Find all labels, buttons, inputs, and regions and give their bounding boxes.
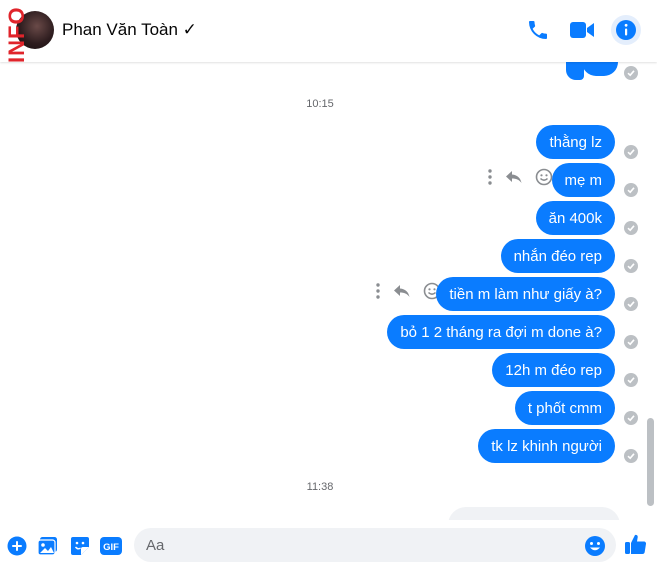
timestamp: 11:38: [306, 481, 334, 493]
reply-icon[interactable]: [393, 283, 411, 304]
more-vertical-icon[interactable]: [487, 168, 493, 191]
thumbs-up-icon[interactable]: [624, 532, 648, 556]
phone-icon[interactable]: [524, 16, 552, 44]
message-bubble[interactable]: t phốt cmm: [514, 391, 615, 425]
message-bubble[interactable]: mẹ m: [551, 163, 615, 197]
smiley-icon[interactable]: [535, 168, 553, 191]
message-bubble[interactable]: 12h m đéo rep: [492, 353, 615, 387]
svg-text:GIF: GIF: [103, 542, 119, 553]
check-circle-icon: [624, 373, 638, 387]
info-icon[interactable]: [611, 15, 641, 45]
message-actions: [375, 282, 441, 305]
timestamp: 10:15: [306, 98, 334, 110]
message-bubble[interactable]: tk lz khinh người: [478, 429, 615, 463]
previous-message-fragment: [582, 62, 618, 76]
check-circle-icon: [624, 411, 638, 425]
check-circle-icon: [624, 183, 638, 197]
reply-icon[interactable]: [505, 169, 523, 190]
chat-header: INFO Phan Văn Toàn ✓: [0, 0, 657, 63]
gif-icon[interactable]: GIF: [100, 535, 122, 557]
message-input[interactable]: [134, 528, 616, 562]
scrollbar[interactable]: [645, 62, 657, 512]
watermark-logo: INFO: [4, 6, 29, 64]
scrollbar-thumb[interactable]: [647, 418, 654, 506]
check-circle-icon: [624, 259, 638, 273]
more-vertical-icon[interactable]: [375, 282, 381, 305]
check-circle-icon: [624, 145, 638, 159]
check-circle-icon: [624, 449, 638, 463]
check-circle-icon: [624, 335, 638, 349]
check-circle-icon: [624, 66, 638, 80]
message-actions: [487, 168, 553, 191]
emoji-icon[interactable]: [584, 535, 606, 557]
message-bubble[interactable]: nhắn đéo rep: [500, 239, 615, 273]
plus-icon[interactable]: [6, 535, 28, 557]
photo-icon[interactable]: [37, 535, 59, 557]
message-bubble[interactable]: thằng lz: [536, 125, 615, 159]
message-bubble[interactable]: ăn 400k: [535, 201, 615, 235]
video-icon[interactable]: [568, 16, 596, 44]
contact-name[interactable]: Phan Văn Toàn ✓: [62, 20, 197, 40]
sticker-icon[interactable]: [69, 535, 91, 557]
check-circle-icon: [624, 221, 638, 235]
message-bubble[interactable]: bỏ 1 2 tháng ra đợi m done à?: [387, 315, 615, 349]
check-circle-icon: [624, 297, 638, 311]
message-bubble[interactable]: tiền m làm như giấy à?: [436, 277, 615, 311]
